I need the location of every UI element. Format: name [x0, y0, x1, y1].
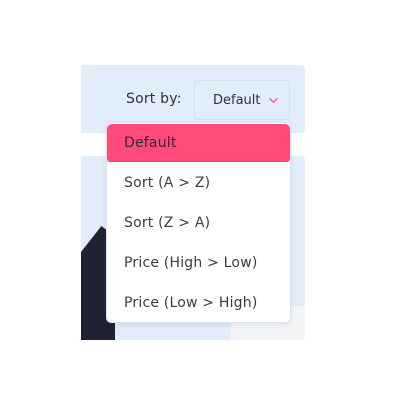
sort-dropdown-menu: Default Sort (A > Z) Sort (Z > A) Price …	[106, 122, 291, 323]
sort-option-name-asc[interactable]: Sort (A > Z)	[107, 164, 290, 202]
sort-selected-value: Default	[213, 93, 261, 108]
sort-option-price-asc[interactable]: Price (Low > High)	[107, 284, 290, 322]
sort-select[interactable]: Default	[194, 80, 290, 120]
chevron-down-icon	[269, 98, 278, 103]
sort-option-name-desc[interactable]: Sort (Z > A)	[107, 204, 290, 242]
sort-by-label: Sort by:	[126, 91, 182, 107]
sort-option-default[interactable]: Default	[107, 124, 290, 162]
sort-option-price-desc[interactable]: Price (High > Low)	[107, 244, 290, 282]
